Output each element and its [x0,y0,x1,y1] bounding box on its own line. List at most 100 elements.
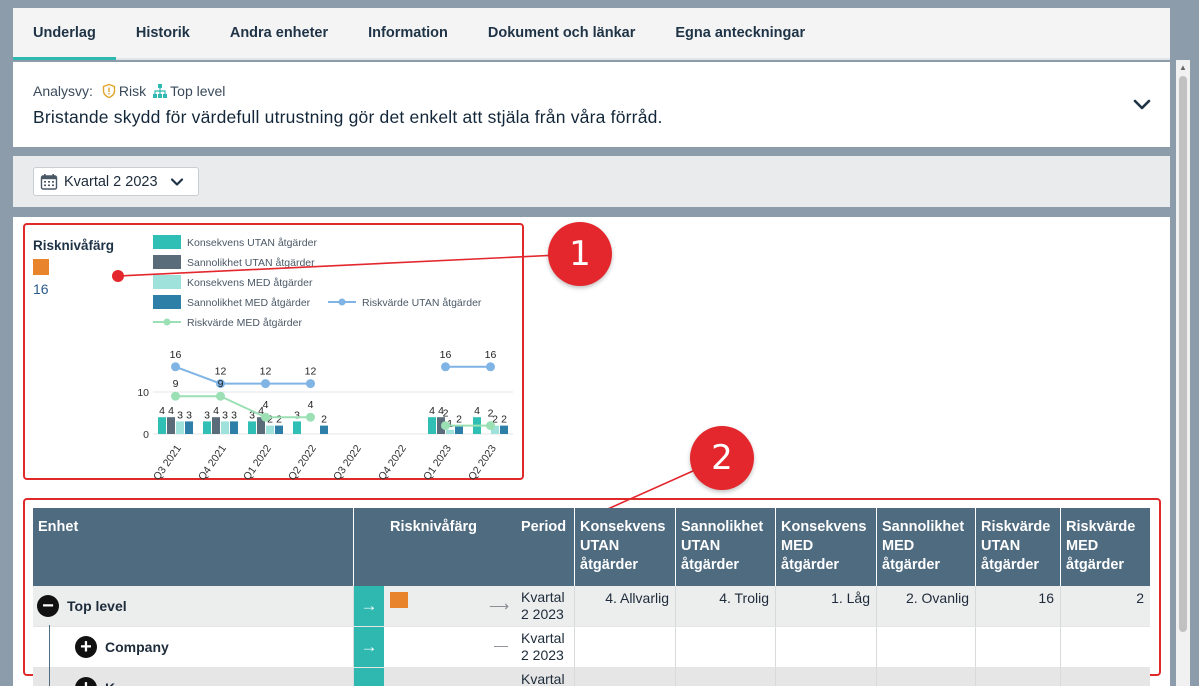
line-point [306,412,315,422]
bar-data-label: 3 [177,409,183,421]
bar [446,429,454,434]
line-data-label: 16 [485,349,497,361]
line-point [486,362,495,372]
cell-sannolikhet-utan [676,668,776,686]
analysis-view-row: Analysvy: Risk Top level [33,83,229,99]
expand-icon[interactable]: + [75,677,97,686]
collapse-icon[interactable]: − [37,595,59,617]
legend-swatch [153,295,181,309]
unit-name[interactable]: K [105,680,115,686]
col-header-konsekvens-med[interactable]: Konsekvens MED åtgärder [776,508,877,586]
legend-swatch [153,235,181,249]
arrow-right-icon[interactable]: → [354,668,384,686]
unit-name[interactable]: Company [105,639,169,655]
bar-data-label: 3 [186,409,192,421]
col-header-period[interactable]: Period [521,518,566,537]
line-data-label: 9 [218,378,224,390]
unit-cell: + K [33,668,354,686]
bar [185,421,193,434]
col-header-sannolikhet-med[interactable]: Sannolikhet MED åtgärder [877,508,976,586]
bar [203,421,211,434]
x-tick-label: Q3 2022 [331,443,364,483]
bar-data-label: 2 [321,414,327,426]
bar [248,421,256,434]
bar-data-label: 2 [501,414,507,426]
col-header-enhet[interactable]: Enhet [33,508,354,586]
bar-data-label: 3 [204,409,210,421]
legend-label: Riskvärde MED åtgärder [187,317,302,329]
risk-history-chart: Konsekvens UTAN åtgärder Sannolikhet UTAN… [137,235,513,483]
bar-data-label: 4 [429,405,435,417]
trend-arrow-icon: ⟶ [489,598,510,614]
legend-label: Konsekvens MED åtgärder [187,277,313,289]
bar [500,425,508,434]
period-dropdown[interactable]: Kvartal 2 2023 [33,167,199,196]
legend-swatch [338,298,346,306]
expand-icon[interactable]: + [75,636,97,658]
tab-egna-anteckningar[interactable]: Egna anteckningar [655,8,825,58]
cell-sannolikhet-med [877,668,976,686]
line-point [441,362,450,372]
bar [455,425,463,434]
legend-label: Sannolikhet MED åtgärder [187,297,311,309]
cell-konsekvens-utan [575,627,676,667]
tab-bar: Underlag Historik Andra enheter Informat… [13,8,1170,60]
legend-swatch [153,275,181,289]
risk-period-cell: → ⟶ Kvartal 2 2023 [354,586,575,626]
line-point [486,421,495,431]
unit-name[interactable]: Top level [67,598,127,614]
bar-data-label: 4 [168,405,174,417]
tab-historik[interactable]: Historik [116,8,210,58]
col-header-konsekvens-utan[interactable]: Konsekvens UTAN åtgärder [575,508,676,586]
tab-information[interactable]: Information [348,8,468,58]
arrow-right-icon[interactable]: → [354,627,384,667]
cell-konsekvens-med: 1. Låg [776,586,877,626]
x-tick-label: Q3 2021 [151,443,184,483]
bar-data-label: 4 [159,405,165,417]
legend-label: Sannolikhet UTAN åtgärder [187,257,315,269]
col-header-risknivafarg[interactable]: Risknivåfärg [390,518,477,537]
line-data-label: 4 [308,399,314,411]
x-tick-label: Q4 2022 [376,443,409,483]
cell-konsekvens-utan: 4. Allvarlig [575,586,676,626]
scrollbar-thumb[interactable] [1179,76,1187,632]
cell-konsekvens-med [776,668,877,686]
tab-underlag[interactable]: Underlag [13,8,116,60]
cell-riskvarde-med [1061,627,1150,667]
bar [230,421,238,434]
col-header-riskvarde-med[interactable]: Riskvärde MED åtgärder [1061,508,1150,586]
period-value: Kvartal 2 2023 [521,589,565,622]
line-point [261,379,270,389]
x-tick-label: Q1 2023 [421,443,454,483]
series-line [175,395,311,419]
line-data-label: 2 [443,408,449,420]
line-data-label: 12 [260,366,272,378]
period-value: Kvartal 2 2023 [521,630,565,663]
tree-connector-line [49,625,50,686]
cell-sannolikhet-med [877,627,976,667]
table-header: Enhet Risknivåfärg Period Konsekvens UTA… [33,508,1150,586]
hierarchy-icon [153,84,168,98]
series-line [175,365,311,385]
line-data-label: 2 [488,408,494,420]
x-tick-label: Q1 2022 [241,443,274,483]
bar-data-label: 4 [213,405,219,417]
table-row: − Top level → ⟶ Kvartal 2 2023 4. Allvar… [33,586,1150,627]
vertical-scrollbar[interactable]: ▲ [1176,60,1190,686]
arrow-right-icon[interactable]: → [354,586,384,626]
table-row: + Company → — Kvartal 2 2023 [33,627,1150,668]
col-header-sannolikhet-utan[interactable]: Sannolikhet UTAN åtgärder [676,508,776,586]
col-header-riskvarde-utan[interactable]: Riskvärde UTAN åtgärder [976,508,1061,586]
bar [212,417,220,434]
cell-riskvarde-med: 2 [1136,590,1144,606]
cell-konsekvens-med [776,627,877,667]
x-tick-label: Q2 2023 [466,443,499,483]
unit-cell: + Company [33,627,354,667]
bar [158,417,166,434]
tab-dokument-och-lankar[interactable]: Dokument och länkar [468,8,655,58]
chevron-down-icon[interactable] [1132,94,1152,114]
scroll-up-icon[interactable]: ▲ [1176,60,1190,74]
unit-cell: − Top level [33,586,354,626]
line-data-label: 16 [440,349,452,361]
tab-andra-enheter[interactable]: Andra enheter [210,8,348,58]
